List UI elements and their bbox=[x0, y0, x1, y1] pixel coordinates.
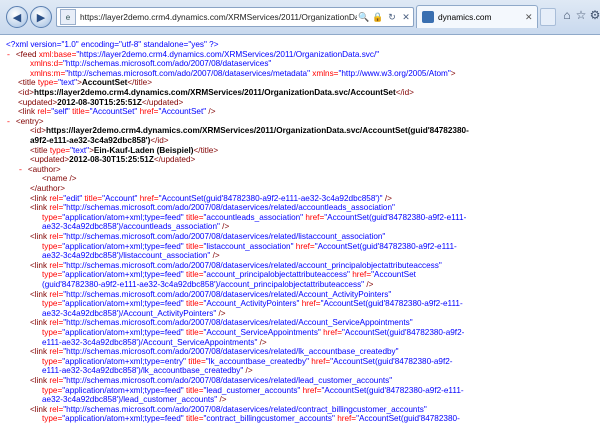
xml-token: "AccountSet(guid'84782380-a9f2- bbox=[342, 328, 465, 337]
back-arrow-icon: ◀ bbox=[12, 11, 22, 24]
xml-token: href= bbox=[309, 356, 331, 366]
stop-icon[interactable]: ✕ bbox=[399, 12, 413, 23]
search-icon[interactable]: 🔍 bbox=[357, 12, 371, 23]
tab-title: dynamics.com bbox=[438, 12, 492, 22]
collapse-toggle[interactable]: - bbox=[18, 166, 28, 175]
xml-token: "AccountSet(guid'84782380-a9f2-e111- bbox=[314, 241, 457, 251]
xml-token: title= bbox=[183, 414, 204, 424]
xml-token: href= bbox=[137, 107, 159, 117]
tab-dynamics[interactable]: dynamics.com ✕ bbox=[416, 5, 538, 28]
xml-token: "contract_billingcustomer_accounts" bbox=[203, 414, 335, 424]
xml-token: type= bbox=[42, 414, 63, 424]
tab-close-icon[interactable]: ✕ bbox=[525, 12, 537, 23]
xml-token: </updated> bbox=[153, 155, 196, 165]
forward-button[interactable]: ▶ bbox=[30, 6, 52, 28]
xml-token: </title> bbox=[193, 145, 219, 155]
xml-token: "AccountSet(guid'84782380-a9f2- bbox=[330, 356, 453, 366]
xml-line: <link rel="self" title="AccountSet" href… bbox=[18, 106, 216, 117]
xml-token: 2012-08-30T15:25:51Z bbox=[69, 155, 154, 165]
xml-token: "AccountSet(guid'84782380- bbox=[356, 414, 460, 424]
gear-icon[interactable]: ⚙ bbox=[588, 8, 600, 22]
xml-document-view: <?xml version="1.0" encoding="utf-8" sta… bbox=[0, 35, 600, 428]
xml-token: href= bbox=[299, 299, 321, 309]
collapse-toggle[interactable]: - bbox=[6, 118, 16, 127]
xml-token: > bbox=[450, 68, 456, 78]
xml-token: href= bbox=[320, 328, 342, 337]
home-icon[interactable]: ⌂ bbox=[560, 8, 574, 22]
xml-token: "AccountSet(guid'84782380-a9f2-e111- bbox=[321, 385, 464, 395]
new-tab-button[interactable] bbox=[540, 8, 556, 26]
collapse-toggle[interactable]: - bbox=[6, 51, 16, 60]
xml-token: xmlns= bbox=[310, 68, 339, 78]
xml-token: "AccountSet(guid'84782380-a9f2-e111- bbox=[324, 212, 467, 222]
xml-token: href= bbox=[303, 212, 325, 222]
xml-token: href= bbox=[300, 385, 322, 395]
address-url[interactable]: https://layer2demo.crm4.dynamics.com/XRM… bbox=[80, 12, 357, 22]
star-icon[interactable]: ☆ bbox=[574, 8, 588, 22]
address-bar[interactable]: e https://layer2demo.crm4.dynamics.com/X… bbox=[56, 7, 414, 27]
xml-token: "AccountSet" bbox=[158, 107, 207, 117]
lock-icon[interactable]: 🔒 bbox=[371, 12, 385, 23]
xml-token: "self" bbox=[51, 107, 70, 117]
xml-token: href= bbox=[334, 414, 357, 424]
xml-token: "http://www.w3.org/2005/Atom" bbox=[338, 68, 451, 78]
xml-token: "application/atom+xml;type=feed" bbox=[62, 414, 184, 424]
xml-token: "AccountSet" bbox=[89, 107, 138, 117]
tab-favicon-icon bbox=[422, 11, 434, 23]
xml-token: href= bbox=[293, 241, 315, 251]
xml-line: type="application/atom+xml;type=feed" ti… bbox=[42, 413, 460, 424]
forward-arrow-icon: ▶ bbox=[36, 11, 46, 24]
xml-token: </id> bbox=[395, 88, 414, 97]
xml-token: "AccountSet bbox=[371, 270, 416, 280]
page-icon: e bbox=[60, 9, 76, 25]
xml-token: "AccountSet(guid'84782380-a9f2-e111- bbox=[320, 299, 463, 309]
xml-token: title= bbox=[69, 107, 90, 117]
back-button[interactable]: ◀ bbox=[6, 6, 28, 28]
xml-token: /> bbox=[206, 107, 216, 117]
refresh-icon[interactable]: ↻ bbox=[385, 12, 399, 23]
browser-toolbar: ◀ ▶ e https://layer2demo.crm4.dynamics.c… bbox=[0, 0, 600, 35]
